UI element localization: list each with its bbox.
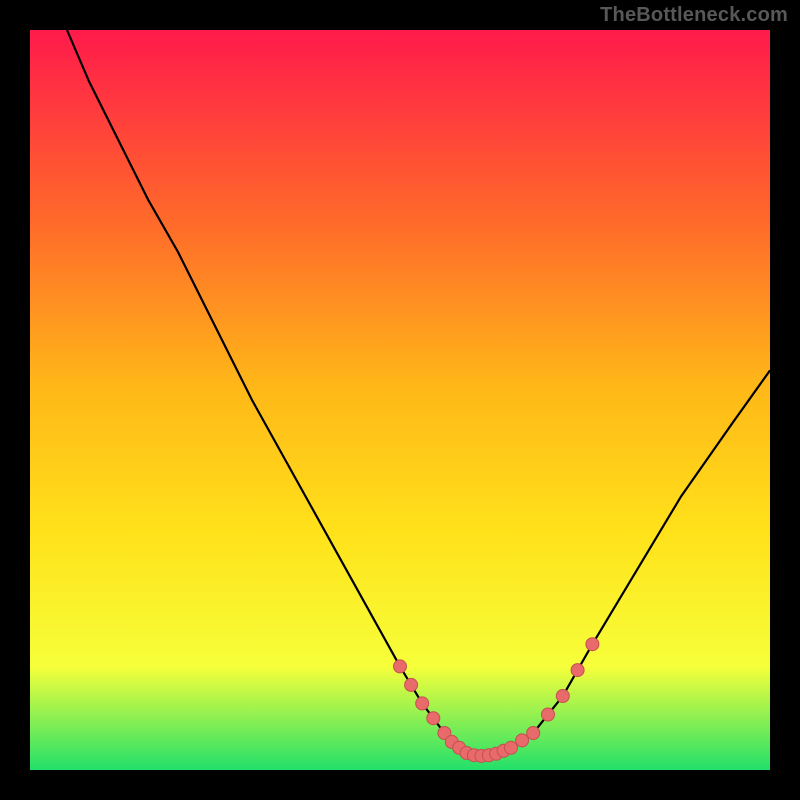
- curve-marker: [556, 690, 569, 703]
- chart-frame: TheBottleneck.com: [0, 0, 800, 800]
- curve-marker: [542, 708, 555, 721]
- gradient-background: [30, 30, 770, 770]
- curve-marker: [416, 697, 429, 710]
- curve-marker: [394, 660, 407, 673]
- chart-svg: [30, 30, 770, 770]
- curve-marker: [527, 727, 540, 740]
- curve-marker: [516, 734, 529, 747]
- curve-marker: [505, 741, 518, 754]
- curve-marker: [405, 678, 418, 691]
- curve-marker: [571, 664, 584, 677]
- curve-marker: [427, 712, 440, 725]
- curve-marker: [586, 638, 599, 651]
- chart-plot-area: [30, 30, 770, 770]
- watermark-text: TheBottleneck.com: [600, 4, 788, 27]
